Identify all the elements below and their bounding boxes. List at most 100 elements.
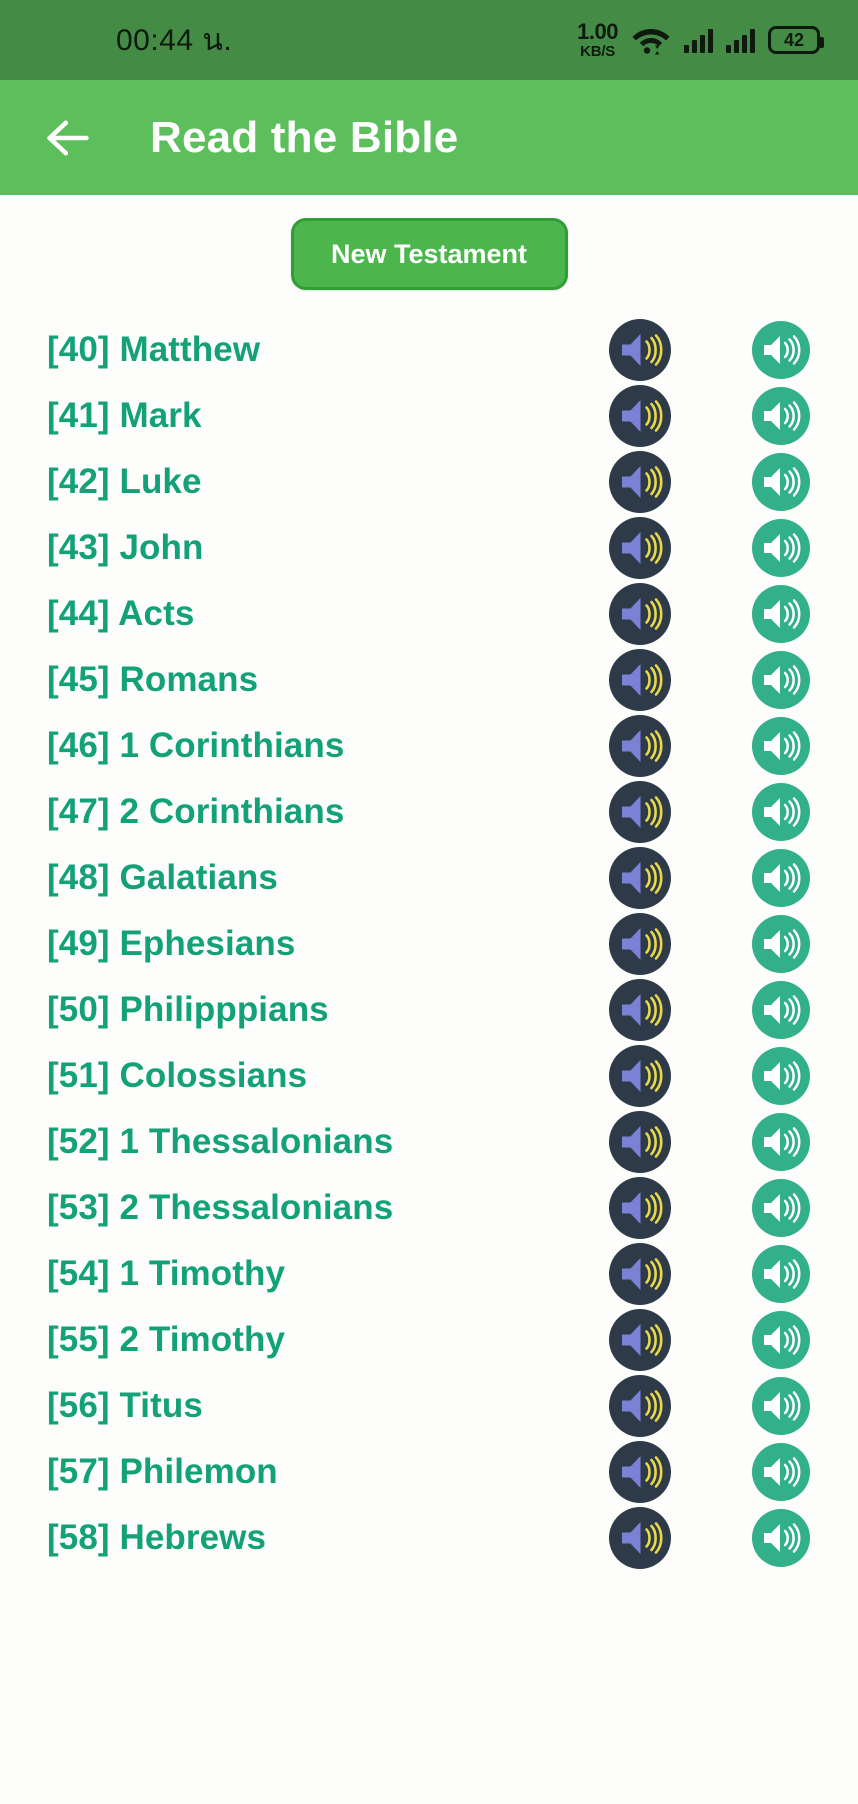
speaker-volume-icon bbox=[752, 387, 810, 445]
speaker-audio-icon bbox=[609, 1045, 671, 1107]
book-row[interactable]: [52] 1 Thessalonians bbox=[0, 1109, 858, 1175]
book-row[interactable]: [40] Matthew bbox=[0, 317, 858, 383]
book-label: [49] Ephesians bbox=[47, 924, 296, 963]
speaker-audio-icon bbox=[609, 649, 671, 711]
play-audio-dark-button[interactable] bbox=[609, 1243, 671, 1305]
network-speed-unit: KB/S bbox=[580, 43, 616, 60]
play-audio-dark-button[interactable] bbox=[609, 1441, 671, 1503]
battery-level-label: 42 bbox=[783, 30, 805, 50]
speaker-audio-icon bbox=[609, 913, 671, 975]
book-row[interactable]: [58] Hebrews bbox=[0, 1505, 858, 1571]
play-audio-dark-button[interactable] bbox=[609, 1111, 671, 1173]
speaker-volume-icon bbox=[752, 1113, 810, 1171]
play-audio-dark-button[interactable] bbox=[609, 385, 671, 447]
speaker-volume-icon bbox=[752, 1047, 810, 1105]
signal-bars-icon bbox=[684, 27, 713, 53]
wifi-icon bbox=[631, 25, 671, 55]
play-audio-dark-button[interactable] bbox=[609, 583, 671, 645]
book-row[interactable]: [50] Philipppians bbox=[0, 977, 858, 1043]
play-audio-teal-button[interactable] bbox=[750, 1441, 812, 1503]
play-audio-teal-button[interactable] bbox=[750, 319, 812, 381]
speaker-audio-icon bbox=[609, 517, 671, 579]
play-audio-dark-button[interactable] bbox=[609, 1309, 671, 1371]
play-audio-dark-button[interactable] bbox=[609, 1177, 671, 1239]
status-bar: 00:44 น. 1.00 KB/S 42 bbox=[0, 0, 858, 80]
battery-icon: 42 bbox=[768, 26, 824, 54]
play-audio-teal-button[interactable] bbox=[750, 517, 812, 579]
play-audio-teal-button[interactable] bbox=[750, 451, 812, 513]
play-audio-teal-button[interactable] bbox=[750, 847, 812, 909]
book-row[interactable]: [44] Acts bbox=[0, 581, 858, 647]
play-audio-dark-button[interactable] bbox=[609, 319, 671, 381]
play-audio-dark-button[interactable] bbox=[609, 715, 671, 777]
book-label: [43] John bbox=[47, 528, 204, 567]
book-label: [53] 2 Thessalonians bbox=[47, 1188, 394, 1227]
speaker-audio-icon bbox=[609, 1507, 671, 1569]
new-testament-button[interactable]: New Testament bbox=[290, 218, 568, 290]
book-row[interactable]: [55] 2 Timothy bbox=[0, 1307, 858, 1373]
play-audio-dark-button[interactable] bbox=[609, 517, 671, 579]
book-row[interactable]: [48] Galatians bbox=[0, 845, 858, 911]
play-audio-teal-button[interactable] bbox=[750, 1243, 812, 1305]
back-arrow-icon bbox=[47, 120, 89, 155]
play-audio-dark-button[interactable] bbox=[609, 913, 671, 975]
app-screen: 00:44 น. 1.00 KB/S 42 Read the Bible New… bbox=[0, 0, 858, 1804]
book-label: [56] Titus bbox=[47, 1386, 203, 1425]
speaker-volume-icon bbox=[752, 1377, 810, 1435]
book-row[interactable]: [51] Colossians bbox=[0, 1043, 858, 1109]
speaker-volume-icon bbox=[752, 717, 810, 775]
speaker-volume-icon bbox=[752, 1245, 810, 1303]
play-audio-teal-button[interactable] bbox=[750, 715, 812, 777]
play-audio-dark-button[interactable] bbox=[609, 1045, 671, 1107]
speaker-audio-icon bbox=[609, 451, 671, 513]
speaker-volume-icon bbox=[752, 981, 810, 1039]
book-row[interactable]: [54] 1 Timothy bbox=[0, 1241, 858, 1307]
speaker-audio-icon bbox=[609, 385, 671, 447]
speaker-volume-icon bbox=[752, 1509, 810, 1567]
play-audio-teal-button[interactable] bbox=[750, 1111, 812, 1173]
play-audio-dark-button[interactable] bbox=[609, 1375, 671, 1437]
book-row[interactable]: [46] 1 Corinthians bbox=[0, 713, 858, 779]
play-audio-teal-button[interactable] bbox=[750, 913, 812, 975]
speaker-audio-icon bbox=[609, 1441, 671, 1503]
network-speed-indicator: 1.00 KB/S bbox=[577, 19, 618, 60]
status-bar-indicators: 1.00 KB/S 42 bbox=[577, 19, 824, 60]
book-label: [50] Philipppians bbox=[47, 990, 329, 1029]
book-row[interactable]: [43] John bbox=[0, 515, 858, 581]
play-audio-teal-button[interactable] bbox=[750, 781, 812, 843]
book-row[interactable]: [53] 2 Thessalonians bbox=[0, 1175, 858, 1241]
book-row[interactable]: [45] Romans bbox=[0, 647, 858, 713]
play-audio-dark-button[interactable] bbox=[609, 451, 671, 513]
play-audio-dark-button[interactable] bbox=[609, 781, 671, 843]
play-audio-teal-button[interactable] bbox=[750, 1507, 812, 1569]
speaker-volume-icon bbox=[752, 783, 810, 841]
book-label: [58] Hebrews bbox=[47, 1518, 267, 1557]
book-row[interactable]: [41] Mark bbox=[0, 383, 858, 449]
play-audio-dark-button[interactable] bbox=[609, 649, 671, 711]
speaker-audio-icon bbox=[609, 319, 671, 381]
book-label: [51] Colossians bbox=[47, 1056, 308, 1095]
play-audio-dark-button[interactable] bbox=[609, 1507, 671, 1569]
book-row[interactable]: [49] Ephesians bbox=[0, 911, 858, 977]
book-row[interactable]: [47] 2 Corinthians bbox=[0, 779, 858, 845]
play-audio-dark-button[interactable] bbox=[609, 847, 671, 909]
network-speed-value: 1.00 bbox=[577, 19, 618, 44]
book-row[interactable]: [42] Luke bbox=[0, 449, 858, 515]
book-row[interactable]: [57] Philemon bbox=[0, 1439, 858, 1505]
book-label: [41] Mark bbox=[47, 396, 202, 435]
speaker-volume-icon bbox=[752, 915, 810, 973]
play-audio-teal-button[interactable] bbox=[750, 649, 812, 711]
app-bar: Read the Bible bbox=[0, 80, 858, 195]
book-label: [45] Romans bbox=[47, 660, 259, 699]
book-label: [57] Philemon bbox=[47, 1452, 278, 1491]
play-audio-dark-button[interactable] bbox=[609, 979, 671, 1041]
play-audio-teal-button[interactable] bbox=[750, 979, 812, 1041]
play-audio-teal-button[interactable] bbox=[750, 583, 812, 645]
book-row[interactable]: [56] Titus bbox=[0, 1373, 858, 1439]
back-button[interactable] bbox=[40, 110, 96, 166]
play-audio-teal-button[interactable] bbox=[750, 1177, 812, 1239]
play-audio-teal-button[interactable] bbox=[750, 1309, 812, 1371]
play-audio-teal-button[interactable] bbox=[750, 385, 812, 447]
play-audio-teal-button[interactable] bbox=[750, 1045, 812, 1107]
play-audio-teal-button[interactable] bbox=[750, 1375, 812, 1437]
